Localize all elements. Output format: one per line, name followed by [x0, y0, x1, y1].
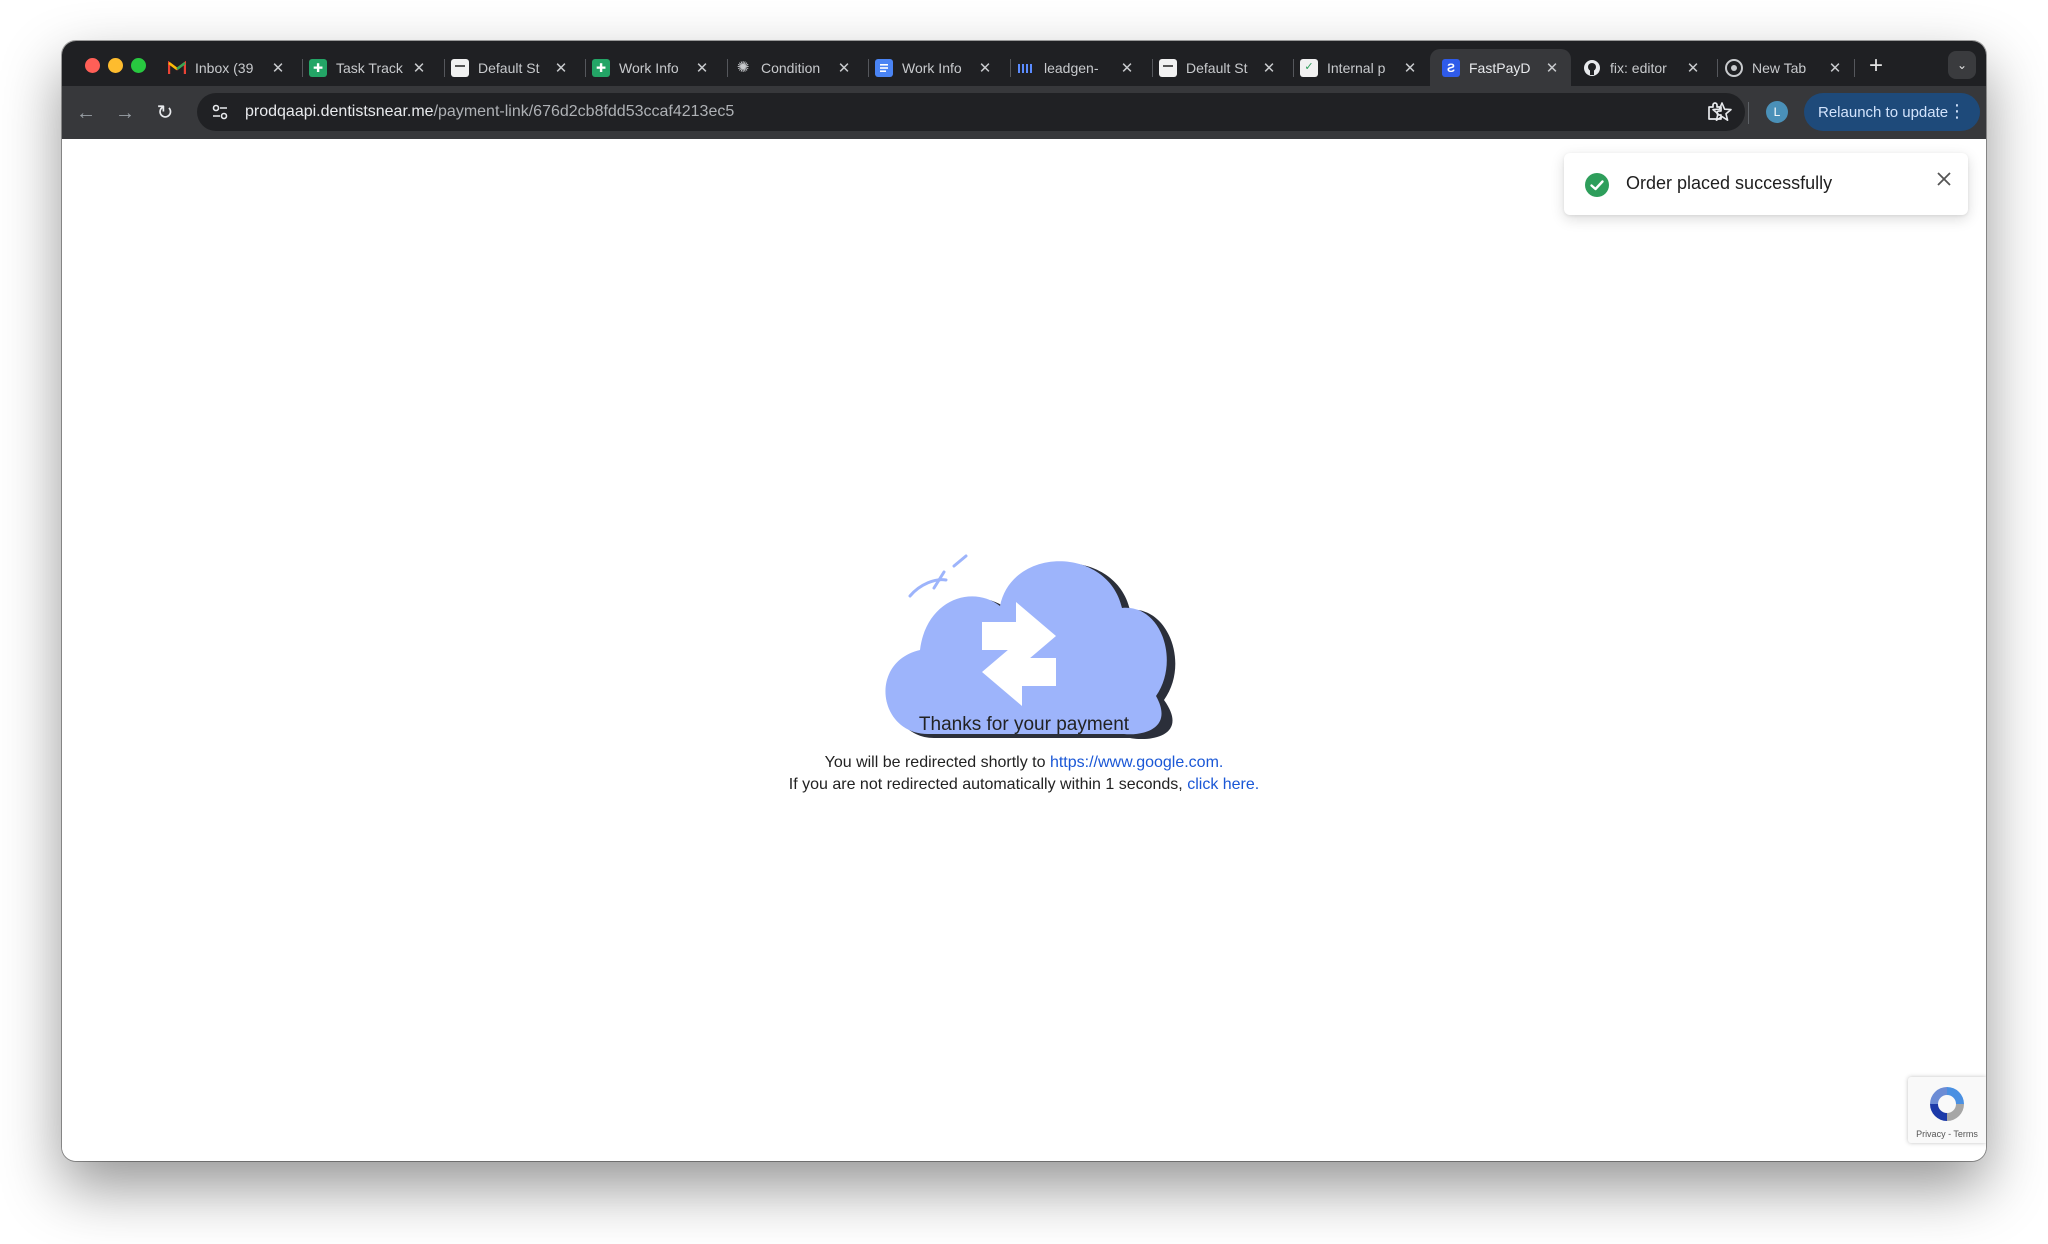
docs-icon [875, 58, 893, 77]
close-icon[interactable]: ✕ [1260, 59, 1278, 77]
toolbar-separator [1748, 102, 1749, 124]
close-window-button[interactable] [85, 58, 100, 73]
fallback-text: If you are not redirected automatically … [788, 776, 1188, 793]
tab-condition[interactable]: ✺ Condition ✕ [722, 49, 863, 86]
gmail-icon [168, 59, 186, 77]
tab-title: Default St [478, 59, 540, 76]
extensions-icon[interactable] [1702, 98, 1730, 126]
tab-title: leadgen- [1044, 59, 1099, 76]
close-icon[interactable]: ✕ [835, 59, 853, 77]
tab-fastpay[interactable]: Ƨ FastPayD ✕ [1430, 49, 1571, 86]
tab-new-tab[interactable]: New Tab ✕ [1713, 49, 1854, 86]
tab-title: New Tab [1752, 59, 1807, 76]
back-button[interactable]: ← [72, 99, 100, 127]
maximize-window-button[interactable] [131, 58, 146, 73]
check-circle-icon [1585, 173, 1609, 197]
arrow-right-icon: → [115, 102, 135, 124]
tab-title: Inbox (39 [195, 59, 254, 76]
shield-icon: ✓ [1300, 58, 1318, 77]
chrome-icon [1725, 58, 1743, 77]
tab-search-button[interactable]: ⌄ [1948, 51, 1976, 79]
tab-default-st-2[interactable]: Default St ✕ [1147, 49, 1288, 86]
reload-button[interactable]: ↻ [151, 99, 179, 127]
tab-title: fix: editor [1610, 59, 1667, 76]
thanks-heading: Thanks for your payment [918, 714, 1130, 735]
browser-toolbar: ← → ↻ prodqaapi.dentistsnear.me/payment-… [62, 86, 1986, 139]
github-icon [1583, 59, 1601, 77]
close-icon[interactable] [1934, 169, 1954, 189]
close-icon[interactable]: ✕ [1118, 59, 1136, 77]
tab-title: Work Info [902, 59, 962, 76]
close-icon[interactable]: ✕ [552, 59, 570, 77]
tab-work-info-doc[interactable]: Work Info ✕ [863, 49, 1004, 86]
cloud-transfer-icon [885, 554, 1176, 739]
click-here-link[interactable]: click here. [1187, 776, 1259, 793]
recaptcha-badge[interactable]: Privacy - Terms [1908, 1077, 1986, 1143]
chevron-down-icon: ⌄ [1956, 58, 1968, 72]
close-icon[interactable]: ✕ [1543, 59, 1561, 77]
tab-inbox[interactable]: Inbox (39 ✕ [156, 49, 297, 86]
close-icon[interactable]: ✕ [410, 59, 428, 77]
close-icon[interactable]: ✕ [1684, 59, 1702, 77]
tab-title: Default St [1186, 59, 1248, 76]
redirect-text: You will be redirected shortly to [824, 754, 1050, 771]
arrow-left-icon: ← [76, 102, 96, 124]
fallback-message: If you are not redirected automatically … [62, 776, 1986, 794]
sheets-icon: ✚ [592, 58, 610, 77]
redirect-message: You will be redirected shortly to https:… [62, 754, 1986, 772]
tab-work-info-sheet[interactable]: ✚ Work Info ✕ [580, 49, 721, 86]
relaunch-button[interactable]: Relaunch to update ⋮ [1804, 93, 1980, 131]
menu-dots-icon[interactable]: ⋮ [1948, 101, 1966, 121]
close-icon[interactable]: ✕ [976, 59, 994, 77]
tab-leadgen[interactable]: leadgen- ✕ [1005, 49, 1146, 86]
url-text[interactable]: prodqaapi.dentistsnear.me/payment-link/6… [245, 103, 734, 121]
close-icon[interactable]: ✕ [1826, 59, 1844, 77]
recaptcha-icon [1930, 1087, 1964, 1121]
tab-github[interactable]: fix: editor ✕ [1571, 49, 1712, 86]
tab-title: Internal p [1327, 59, 1386, 76]
site-settings-icon[interactable] [209, 101, 231, 123]
tab-internal[interactable]: ✓ Internal p ✕ [1288, 49, 1429, 86]
tab-title: Work Info [619, 59, 679, 76]
terms-link[interactable]: Terms [1953, 1129, 1978, 1139]
tab-separator [1854, 59, 1855, 77]
tab-task-tracker[interactable]: ✚ Task Track ✕ [297, 49, 438, 86]
document-icon [451, 58, 469, 77]
redirect-url-link[interactable]: https://www.google.com. [1050, 754, 1223, 771]
success-toast: Order placed successfully [1564, 153, 1968, 215]
recaptcha-links: Privacy - Terms [1908, 1129, 1986, 1139]
close-icon[interactable]: ✕ [1401, 59, 1419, 77]
forward-button[interactable]: → [111, 99, 139, 127]
browser-window: Inbox (39 ✕ ✚ Task Track ✕ Default St ✕ … [62, 41, 1986, 1161]
tab-title: FastPayD [1469, 59, 1531, 76]
tab-title: Task Track [336, 59, 403, 76]
url-host: prodqaapi.dentistsnear.me [245, 103, 434, 120]
toast-message: Order placed successfully [1626, 173, 1833, 193]
tab-title: Condition [761, 59, 821, 76]
tab-strip: Inbox (39 ✕ ✚ Task Track ✕ Default St ✕ … [62, 41, 1986, 86]
close-icon[interactable]: ✕ [693, 59, 711, 77]
sheets-icon: ✚ [309, 58, 327, 77]
chatgpt-icon: ✺ [736, 59, 750, 76]
page-content: Order placed successfully Thanks for you… [62, 139, 1986, 1161]
url-path: /payment-link/676d2cb8fdd53ccaf4213ec5 [433, 103, 735, 120]
minimize-window-button[interactable] [108, 58, 123, 73]
address-bar[interactable]: prodqaapi.dentistsnear.me/payment-link/6… [197, 93, 1745, 131]
fastpay-icon: Ƨ [1442, 58, 1460, 77]
tab-default-st[interactable]: Default St ✕ [439, 49, 580, 86]
profile-avatar[interactable]: L [1766, 101, 1788, 123]
close-icon[interactable]: ✕ [269, 59, 287, 77]
reload-icon: ↻ [156, 102, 174, 124]
relaunch-label: Relaunch to update [1818, 103, 1949, 121]
privacy-link[interactable]: Privacy [1916, 1129, 1946, 1139]
new-tab-button[interactable]: + [1862, 53, 1890, 81]
barcode-icon [1017, 59, 1035, 77]
document-icon [1159, 58, 1177, 77]
